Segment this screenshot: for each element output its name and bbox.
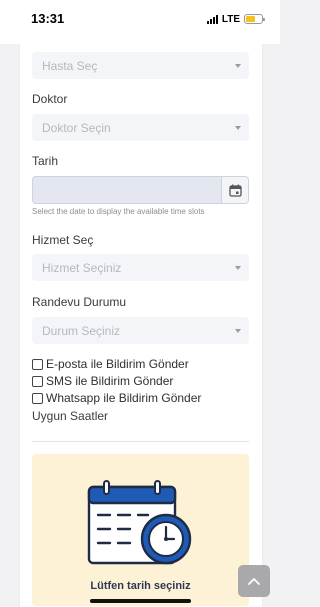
available-slots-label: Uygun Saatler (32, 409, 109, 423)
patient-select[interactable]: Hasta Seç (32, 52, 249, 79)
date-field[interactable] (32, 176, 221, 204)
divider (32, 441, 249, 442)
calendar-clock-icon (87, 480, 192, 565)
patient-select-placeholder: Hasta Seç (42, 58, 98, 73)
status-time: 13:31 (31, 11, 65, 26)
empty-state-text: Lütfen tarih seçiniz (90, 580, 191, 592)
date-input-group (32, 176, 249, 204)
sms-notification-checkbox[interactable] (32, 375, 43, 387)
battery-level (246, 16, 255, 22)
chevron-down-icon (235, 63, 241, 68)
status-label: Randevu Durumu (32, 295, 127, 309)
home-indicator (90, 599, 191, 603)
email-notification-checkbox[interactable] (32, 358, 43, 370)
status-indicators: LTE (206, 12, 265, 26)
chevron-down-icon (235, 265, 241, 270)
email-notification-option[interactable]: E-posta ile Bildirim Gönder (32, 357, 189, 371)
chevron-up-icon (248, 578, 260, 585)
chevron-down-icon (235, 328, 241, 333)
doctor-select[interactable]: Doktor Seçin (32, 114, 249, 141)
status-select-placeholder: Durum Seçiniz (42, 323, 121, 338)
signal-icon (206, 14, 218, 24)
email-notification-label: E-posta ile Bildirim Gönder (46, 357, 189, 371)
whatsapp-notification-option[interactable]: Whatsapp ile Bildirim Gönder (32, 391, 201, 405)
sms-notification-label: SMS ile Bildirim Gönder (46, 374, 174, 388)
date-picker-button[interactable] (221, 176, 249, 204)
available-slots-panel: Lütfen tarih seçiniz (32, 454, 249, 606)
network-type: LTE (221, 13, 240, 25)
status-select[interactable]: Durum Seçiniz (32, 317, 249, 344)
battery-icon (244, 14, 265, 24)
whatsapp-notification-label: Whatsapp ile Bildirim Gönder (46, 391, 202, 405)
chevron-down-icon (235, 125, 241, 130)
date-hint: Select the date to display the available… (32, 207, 205, 216)
calendar-icon (228, 184, 242, 197)
doctor-label: Doktor (32, 92, 68, 106)
service-select-placeholder: Hizmet Seçiniz (42, 260, 122, 275)
service-select[interactable]: Hizmet Seçiniz (32, 254, 249, 281)
service-label: Hizmet Seç (32, 233, 94, 247)
whatsapp-notification-checkbox[interactable] (32, 392, 43, 404)
scroll-top-button[interactable] (238, 565, 270, 597)
status-bar: 13:31 LTE (0, 0, 280, 44)
sms-notification-option[interactable]: SMS ile Bildirim Gönder (32, 374, 173, 388)
doctor-select-placeholder: Doktor Seçin (42, 120, 111, 135)
date-label: Tarih (32, 154, 59, 168)
